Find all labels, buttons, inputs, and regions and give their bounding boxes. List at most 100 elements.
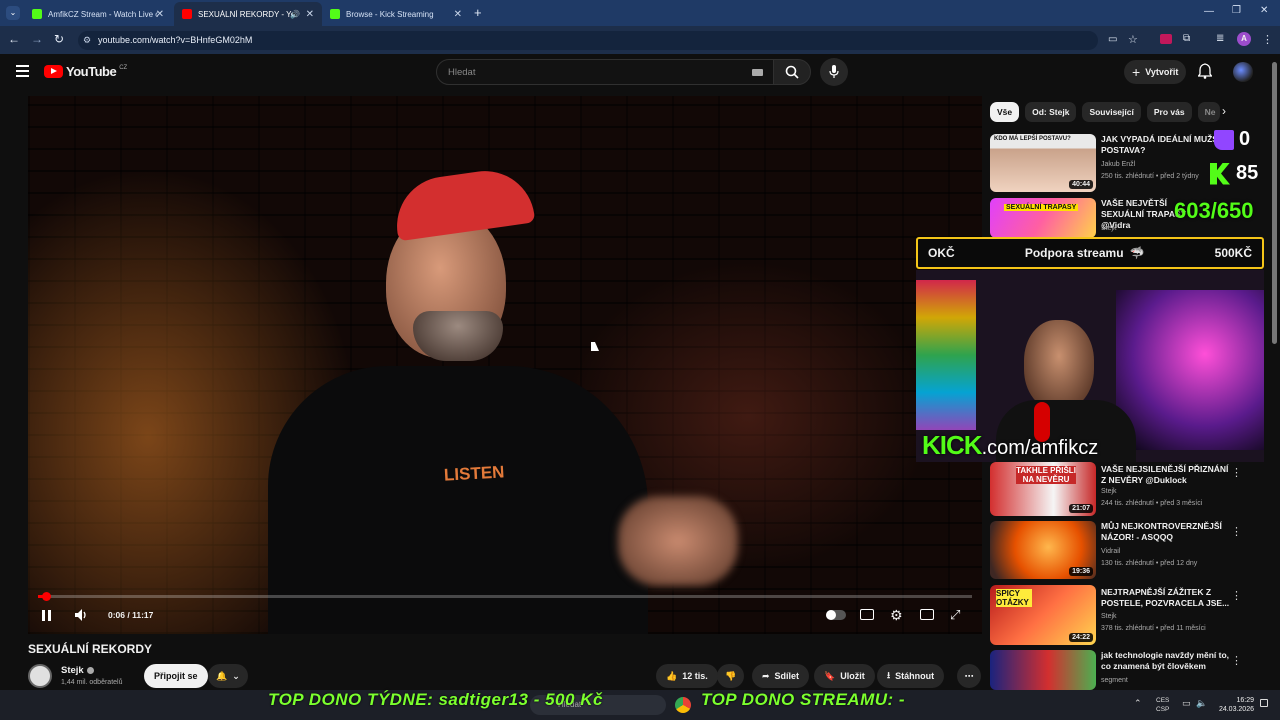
more-vertical-icon[interactable]: ⋮	[1231, 466, 1242, 479]
address-bar[interactable]: ⚙ youtube.com/watch?v=BHnfeGM02hM	[78, 31, 1098, 50]
progress-bar[interactable]	[38, 595, 972, 598]
close-tab-icon[interactable]: ✕	[454, 9, 462, 20]
maximize-button[interactable]: ❐	[1232, 5, 1241, 16]
kick-viewer-count: 85	[1236, 162, 1259, 184]
tab-amfikcz[interactable]: AmfikCZ Stream - Watch Live o ✕	[24, 2, 172, 26]
language-indicator[interactable]: CES CSP	[1156, 696, 1169, 714]
fullscreen-icon[interactable]: ⤢	[950, 607, 960, 623]
video-player[interactable]: LISTEN	[28, 96, 982, 634]
media-control-icon[interactable]: ≣	[1216, 33, 1224, 44]
share-button[interactable]: ➦ Sdílet	[752, 664, 810, 688]
close-tab-icon[interactable]: ✕	[306, 9, 314, 20]
bookmark-star-icon[interactable]: ☆	[1128, 33, 1138, 46]
tab-label: SEXUÁLNÍ REKORDY - YouTu	[198, 9, 294, 19]
profile-avatar[interactable]: A	[1237, 32, 1251, 46]
autoplay-toggle[interactable]	[826, 610, 846, 620]
video-channel: Stejk	[1101, 488, 1117, 495]
extensions-puzzle-icon[interactable]: ⧉	[1183, 33, 1190, 44]
tab-search-button[interactable]: ⌄	[6, 6, 20, 20]
thumbnail-text: SPICY OTÁZKY	[996, 589, 1032, 607]
chip-new[interactable]: Ne	[1197, 102, 1220, 122]
more-vertical-icon[interactable]: ⋮	[1231, 654, 1242, 667]
video-channel: Stejk	[1101, 225, 1117, 232]
notification-center-icon[interactable]	[1260, 699, 1268, 707]
forward-arrow-icon[interactable]: →	[31, 32, 43, 46]
close-tab-icon[interactable]: ✕	[156, 9, 164, 20]
twitch-counter: 0	[1214, 128, 1250, 151]
bookmark-icon: 🔖	[824, 670, 836, 681]
video-meta: 244 tis. zhlédnutí • před 3 měsíci	[1101, 500, 1203, 507]
video-title: VAŠE NEJSILENĚJŠÍ PŘIZNÁNÍ Z NEVĚRY @Duk…	[1101, 464, 1229, 485]
settings-gear-icon[interactable]: ⚙	[890, 607, 903, 624]
new-tab-button[interactable]: +	[474, 5, 482, 20]
speaker-tray-icon[interactable]: 🔈	[1196, 698, 1207, 709]
clock-date: 24.03.2026	[1218, 706, 1254, 713]
pause-icon[interactable]	[42, 610, 51, 621]
reload-icon[interactable]: ↻	[54, 32, 64, 46]
network-icon[interactable]: ▭	[1182, 698, 1191, 709]
tab-label: AmfikCZ Stream - Watch Live o	[48, 9, 158, 19]
tab-kick-browse[interactable]: Browse - Kick Streaming ✕	[322, 2, 470, 26]
mouse-cursor-icon	[591, 342, 599, 351]
tab-youtube-active[interactable]: SEXUÁLNÍ REKORDY - YouTu 🔊 ✕	[174, 2, 322, 26]
theater-mode-icon[interactable]	[920, 609, 934, 620]
chrome-taskbar-icon[interactable]	[675, 697, 691, 713]
clock[interactable]: 16:29 24.03.2026	[1214, 696, 1254, 714]
chips-next-chevron-icon[interactable]: ›	[1222, 104, 1226, 118]
video-channel: segment	[1101, 677, 1128, 684]
more-vertical-icon[interactable]: ⋮	[1231, 589, 1242, 602]
search-input[interactable]: Hledat	[436, 59, 774, 85]
twitch-logo-icon	[1214, 129, 1234, 150]
list-item[interactable]: TAKHLE PŘIŠLI NA NEVĚRU 21:07 VAŠE NEJSI…	[990, 462, 1250, 524]
chevron-down-icon: ⌄	[232, 670, 240, 681]
subscribe-bell-button[interactable]: 🔔 ⌄	[208, 664, 248, 688]
site-info-icon[interactable]: ⚙	[83, 35, 91, 46]
join-button[interactable]: Připojit se	[144, 664, 208, 688]
cast-icon[interactable]: ▭	[1108, 34, 1117, 45]
ticker-top-donor-week: TOP DONO TÝDNE: sadtiger13 - 500 Kč	[268, 690, 603, 709]
video-thumbnail: SPICY OTÁZKY 24:22	[990, 585, 1096, 645]
voice-search-button[interactable]	[820, 58, 848, 86]
system-tray-chevron-icon[interactable]: ⌃	[1134, 698, 1142, 709]
chip-related[interactable]: Související	[1082, 102, 1141, 122]
donation-goal: 603/650	[1174, 198, 1254, 223]
list-item[interactable]: SPICY OTÁZKY 24:22 NEJTRAPNĚJŠÍ ZÁŽITEK …	[990, 585, 1250, 647]
list-item[interactable]: 19:36 MŮJ NEJKONTROVERZNĚJŠÍ NÁZOR! - AS…	[990, 521, 1250, 583]
subtitles-icon[interactable]	[860, 609, 874, 620]
extension-icon[interactable]	[1160, 34, 1172, 44]
chip-all[interactable]: Vše	[990, 102, 1020, 122]
channel-name[interactable]: Stejk	[61, 665, 94, 676]
search-button[interactable]	[773, 59, 811, 85]
page-scrollbar[interactable]	[1272, 62, 1277, 344]
back-arrow-icon[interactable]: ←	[8, 32, 20, 46]
close-window-button[interactable]: ✕	[1260, 5, 1268, 16]
keyboard-icon[interactable]	[752, 69, 763, 76]
video-thumbnail: SEXUÁLNÍ TRAPASY	[990, 198, 1096, 238]
thumbnail-text: KDO MÁ LEPŠÍ POSTAVU?	[994, 136, 1071, 142]
speaker-icon[interactable]: 🔊	[290, 10, 300, 19]
save-button[interactable]: 🔖 Uložit	[814, 664, 875, 688]
video-meta: 250 tis. zhlédnutí • před 2 týdny	[1101, 173, 1199, 180]
volume-icon[interactable]	[73, 607, 89, 623]
browser-menu-icon[interactable]: ⋮	[1262, 33, 1273, 46]
chip-from-channel[interactable]: Od: Stejk	[1025, 102, 1077, 122]
chip-for-you[interactable]: Pro vás	[1146, 102, 1192, 122]
support-center: Podpora streamu 🦈	[1025, 246, 1145, 260]
channel-avatar[interactable]	[28, 664, 52, 688]
join-label: Připojit se	[154, 671, 198, 681]
download-button[interactable]: ⭳ Stáhnout	[877, 664, 945, 688]
save-label: Uložit	[840, 671, 865, 681]
more-actions-button[interactable]: ⋯	[957, 664, 981, 688]
language-top: CES	[1156, 697, 1170, 704]
more-vertical-icon[interactable]: ⋮	[1231, 525, 1242, 538]
account-avatar[interactable]	[1233, 62, 1253, 82]
minimize-button[interactable]: —	[1204, 6, 1214, 17]
dislike-button[interactable]: 👎	[717, 664, 745, 688]
like-button[interactable]: 👍 12 tis.	[656, 664, 718, 688]
notifications-bell-icon[interactable]	[1198, 63, 1212, 79]
create-button[interactable]: + Vytvořit	[1124, 60, 1186, 84]
list-item[interactable]: jak technologie navždy mění to, co zname…	[990, 650, 1250, 690]
hamburger-menu-icon[interactable]	[16, 65, 29, 77]
language-bottom: CSP	[1156, 706, 1170, 713]
youtube-logo[interactable]: YouTube CZ	[44, 64, 127, 79]
